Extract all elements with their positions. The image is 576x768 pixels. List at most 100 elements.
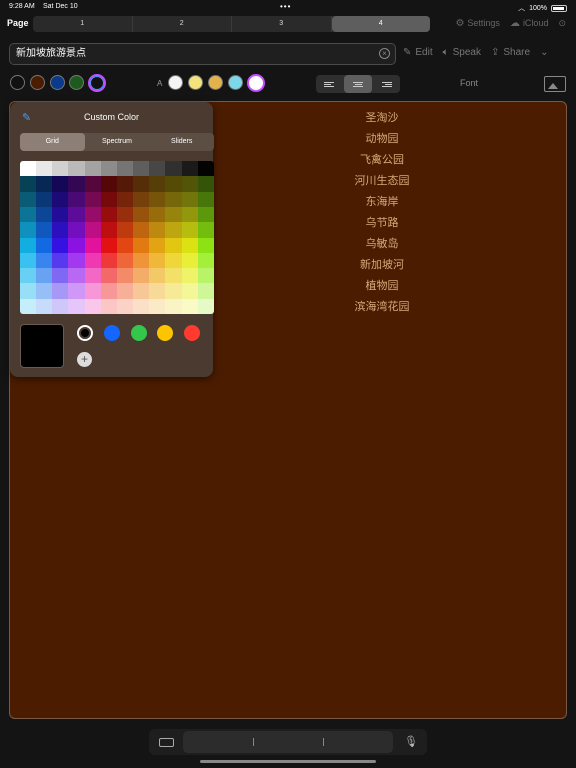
color-cell[interactable] xyxy=(149,161,166,177)
color-cell[interactable] xyxy=(52,268,69,284)
title-field[interactable]: 新加坡旅游景点 × xyxy=(9,43,396,65)
color-cell[interactable] xyxy=(52,298,69,314)
color-cell[interactable] xyxy=(133,237,150,253)
color-cell[interactable] xyxy=(116,206,134,223)
align-center-button[interactable] xyxy=(344,75,372,93)
color-cell[interactable] xyxy=(84,283,101,299)
text-swatch-white[interactable] xyxy=(168,75,183,90)
color-cell[interactable] xyxy=(84,206,101,223)
text-swatch-custom[interactable] xyxy=(247,74,265,92)
text-swatch-gold[interactable] xyxy=(208,75,223,90)
add-color-button[interactable]: + xyxy=(77,352,92,367)
color-cell[interactable] xyxy=(165,237,182,253)
color-cell[interactable] xyxy=(84,252,101,269)
speak-button[interactable]: 🔈︎ Speak xyxy=(443,47,481,58)
color-cell[interactable] xyxy=(133,176,150,192)
color-cell[interactable] xyxy=(197,283,214,299)
color-cell[interactable] xyxy=(36,161,53,177)
color-cell[interactable] xyxy=(165,268,182,284)
color-cell[interactable] xyxy=(20,237,37,253)
color-cell[interactable] xyxy=(100,237,117,253)
page-tab-1[interactable]: 1 xyxy=(33,16,133,32)
color-cell[interactable] xyxy=(165,252,182,269)
color-cell[interactable] xyxy=(36,176,53,192)
color-cell[interactable] xyxy=(100,222,117,238)
color-cell[interactable] xyxy=(68,222,85,238)
color-cell[interactable] xyxy=(149,237,166,253)
color-cell[interactable] xyxy=(20,298,37,314)
color-cell[interactable] xyxy=(133,191,150,207)
color-cell[interactable] xyxy=(133,161,150,177)
color-cell[interactable] xyxy=(100,161,117,177)
color-cell[interactable] xyxy=(84,237,101,253)
color-grid[interactable] xyxy=(20,161,214,314)
color-cell[interactable] xyxy=(116,298,134,314)
color-cell[interactable] xyxy=(68,283,85,299)
color-cell[interactable] xyxy=(165,298,182,314)
color-cell[interactable] xyxy=(20,206,37,223)
color-cell[interactable] xyxy=(36,237,53,253)
bg-swatch-custom[interactable] xyxy=(88,74,106,92)
preset-color-blue[interactable] xyxy=(104,325,120,341)
color-cell[interactable] xyxy=(100,298,117,314)
color-cell[interactable] xyxy=(149,252,166,269)
align-left-button[interactable] xyxy=(316,75,344,93)
keyboard-icon[interactable] xyxy=(159,738,174,747)
color-cell[interactable] xyxy=(68,161,85,177)
color-cell[interactable] xyxy=(20,252,37,269)
color-cell[interactable] xyxy=(100,252,117,269)
bg-swatch-black[interactable] xyxy=(10,75,25,90)
color-cell[interactable] xyxy=(197,222,214,238)
color-cell[interactable] xyxy=(197,237,214,253)
image-icon[interactable] xyxy=(544,76,566,92)
tab-grid[interactable]: Grid xyxy=(20,133,85,151)
color-cell[interactable] xyxy=(36,191,53,207)
bg-swatch-blue[interactable] xyxy=(50,75,65,90)
color-cell[interactable] xyxy=(84,176,101,192)
preset-color-green[interactable] xyxy=(131,325,147,341)
bg-swatch-brown[interactable] xyxy=(30,75,45,90)
color-cell[interactable] xyxy=(197,252,214,269)
tab-spectrum[interactable]: Spectrum xyxy=(85,133,150,151)
color-cell[interactable] xyxy=(100,268,117,284)
color-cell[interactable] xyxy=(20,222,37,238)
color-cell[interactable] xyxy=(181,283,198,299)
color-cell[interactable] xyxy=(181,268,198,284)
color-cell[interactable] xyxy=(68,252,85,269)
align-right-button[interactable] xyxy=(372,75,400,93)
color-cell[interactable] xyxy=(149,191,166,207)
color-cell[interactable] xyxy=(133,268,150,284)
color-cell[interactable] xyxy=(52,283,69,299)
color-cell[interactable] xyxy=(149,222,166,238)
more-button[interactable]: ⊙ xyxy=(558,18,566,29)
color-cell[interactable] xyxy=(133,222,150,238)
color-cell[interactable] xyxy=(181,176,198,192)
color-cell[interactable] xyxy=(84,268,101,284)
color-cell[interactable] xyxy=(165,222,182,238)
text-swatch-cyan[interactable] xyxy=(228,75,243,90)
color-cell[interactable] xyxy=(52,191,69,207)
color-cell[interactable] xyxy=(20,176,37,192)
page-tab-3[interactable]: 3 xyxy=(232,16,332,32)
color-cell[interactable] xyxy=(116,222,134,238)
share-button[interactable]: ⇪ Share xyxy=(491,47,530,58)
color-cell[interactable] xyxy=(165,176,182,192)
color-cell[interactable] xyxy=(100,176,117,192)
preset-color-red[interactable] xyxy=(184,325,200,341)
color-cell[interactable] xyxy=(149,298,166,314)
color-cell[interactable] xyxy=(84,191,101,207)
color-cell[interactable] xyxy=(84,222,101,238)
color-cell[interactable] xyxy=(181,206,198,223)
color-cell[interactable] xyxy=(52,237,69,253)
color-cell[interactable] xyxy=(36,283,53,299)
color-cell[interactable] xyxy=(165,206,182,223)
color-cell[interactable] xyxy=(116,252,134,269)
color-cell[interactable] xyxy=(36,298,53,314)
color-cell[interactable] xyxy=(181,222,198,238)
clear-icon[interactable]: × xyxy=(379,48,390,59)
color-cell[interactable] xyxy=(133,283,150,299)
preset-color-yellow[interactable] xyxy=(157,325,173,341)
color-cell[interactable] xyxy=(116,176,134,192)
bg-swatch-green[interactable] xyxy=(69,75,84,90)
color-cell[interactable] xyxy=(116,268,134,284)
